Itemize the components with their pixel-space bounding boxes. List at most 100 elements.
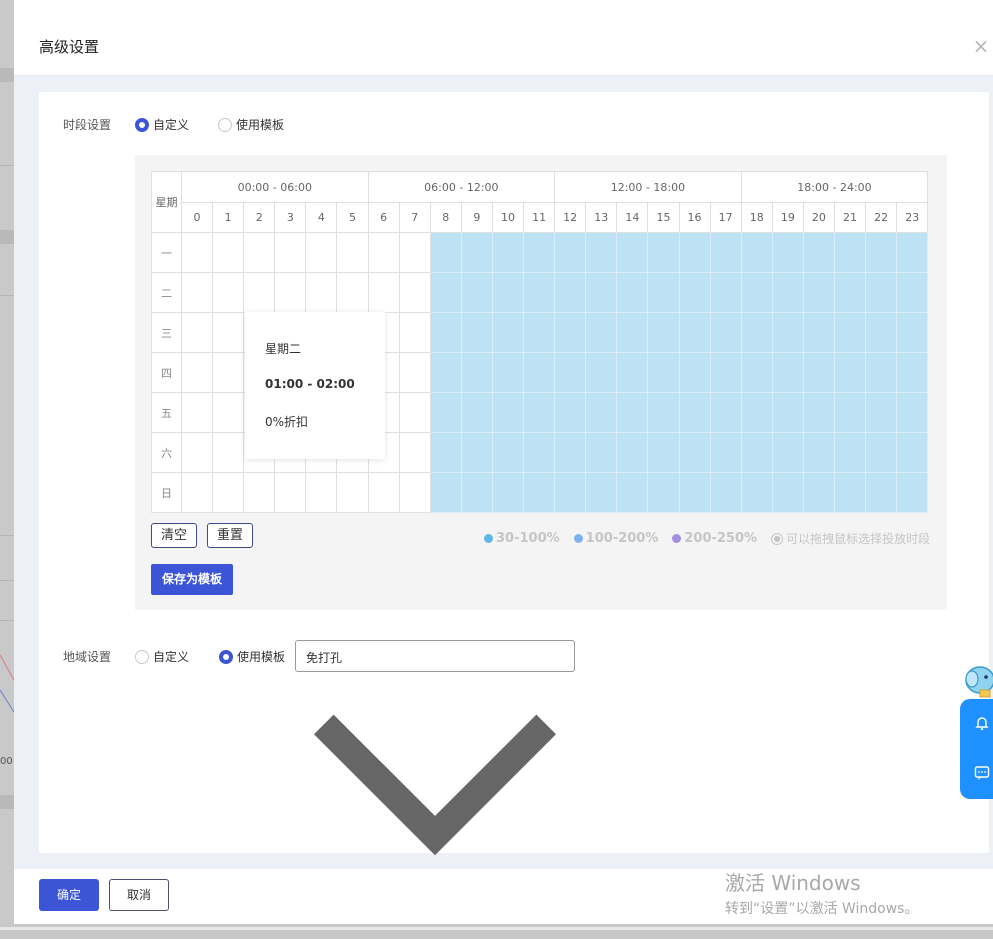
time-cell-selected[interactable] [491,232,525,273]
time-cell-selected[interactable] [429,352,462,393]
region-template-radio[interactable]: 使用模板 [219,648,285,665]
region-custom-radio[interactable]: 自定义 [135,648,189,665]
time-cell-selected[interactable] [865,312,898,353]
time-cell-selected[interactable] [802,272,835,313]
time-cell-selected[interactable] [491,392,525,433]
time-cell-selected[interactable] [833,472,867,513]
time-cell[interactable] [212,232,245,273]
confirm-button[interactable]: 确定 [39,879,99,911]
horizontal-scrollbar[interactable] [0,924,993,939]
time-cell-selected[interactable] [647,272,680,313]
time-cell-selected[interactable] [585,232,618,273]
time-cell[interactable] [212,392,245,433]
time-cell[interactable] [367,272,400,313]
time-cell-selected[interactable] [771,312,804,353]
time-cell-selected[interactable] [740,432,773,473]
time-cell-selected[interactable] [678,312,711,353]
time-cell-selected[interactable] [554,352,587,393]
time-cell-selected[interactable] [616,272,649,313]
time-template-radio[interactable]: 使用模板 [218,116,284,133]
time-cell-selected[interactable] [771,432,804,473]
time-cell[interactable] [212,472,245,513]
time-cell-selected[interactable] [709,272,742,313]
time-cell-selected[interactable] [647,392,680,433]
reset-button[interactable]: 重置 [207,523,253,548]
time-cell-selected[interactable] [896,232,929,273]
time-cell-selected[interactable] [865,272,898,313]
time-cell-selected[interactable] [460,432,493,473]
chat-icon[interactable] [974,765,990,781]
time-cell-selected[interactable] [896,432,929,473]
time-cell-selected[interactable] [554,272,587,313]
save-as-template-button[interactable]: 保存为模板 [151,564,233,595]
time-cell-selected[interactable] [429,272,462,313]
time-cell-selected[interactable] [709,432,742,473]
time-cell-selected[interactable] [616,232,649,273]
time-cell[interactable] [243,232,276,273]
time-cell-selected[interactable] [554,312,587,353]
time-cell-selected[interactable] [802,472,835,513]
time-cell-selected[interactable] [833,352,867,393]
time-cell-selected[interactable] [554,232,587,273]
time-cell[interactable] [212,432,245,473]
time-cell-selected[interactable] [709,352,742,393]
time-cell-selected[interactable] [740,352,773,393]
time-cell-selected[interactable] [678,352,711,393]
time-cell[interactable] [305,232,338,273]
time-cell[interactable] [180,352,214,393]
time-cell[interactable] [180,232,214,273]
time-cell-selected[interactable] [833,392,867,433]
region-template-select[interactable]: 免打孔 [295,640,575,856]
time-cell-selected[interactable] [523,232,556,273]
time-cell-selected[interactable] [771,352,804,393]
time-cell[interactable] [212,312,245,353]
time-cell-selected[interactable] [896,472,929,513]
time-cell-selected[interactable] [865,352,898,393]
time-cell-selected[interactable] [491,352,525,393]
time-cell[interactable] [180,472,214,513]
time-cell-selected[interactable] [554,432,587,473]
time-cell-selected[interactable] [896,392,929,433]
time-cell-selected[interactable] [616,352,649,393]
time-cell[interactable] [398,472,431,513]
time-cell-selected[interactable] [833,272,867,313]
time-cell-selected[interactable] [554,392,587,433]
time-cell-selected[interactable] [740,272,773,313]
time-cell-selected[interactable] [802,312,835,353]
time-cell[interactable] [212,272,245,313]
time-cell-selected[interactable] [616,392,649,433]
clear-button[interactable]: 清空 [151,523,197,548]
cancel-button[interactable]: 取消 [109,879,169,911]
time-cell[interactable] [305,272,338,313]
time-cell-selected[interactable] [585,392,618,433]
time-cell-selected[interactable] [523,392,556,433]
time-cell-selected[interactable] [678,432,711,473]
time-cell[interactable] [336,272,369,313]
time-cell[interactable] [305,472,338,513]
time-cell[interactable] [367,232,400,273]
time-cell-selected[interactable] [709,232,742,273]
time-cell-selected[interactable] [896,272,929,313]
time-cell-selected[interactable] [647,472,680,513]
time-cell-selected[interactable] [833,432,867,473]
time-cell-selected[interactable] [833,232,867,273]
time-cell-selected[interactable] [491,312,525,353]
time-cell-selected[interactable] [460,352,493,393]
time-cell[interactable] [180,392,214,433]
time-cell-selected[interactable] [491,272,525,313]
time-cell-selected[interactable] [865,472,898,513]
time-cell[interactable] [336,232,369,273]
time-cell-selected[interactable] [523,472,556,513]
time-cell-selected[interactable] [585,352,618,393]
time-cell-selected[interactable] [523,352,556,393]
time-cell-selected[interactable] [585,272,618,313]
time-cell[interactable] [180,432,214,473]
time-cell-selected[interactable] [429,432,462,473]
time-cell-selected[interactable] [740,312,773,353]
time-cell-selected[interactable] [647,232,680,273]
time-cell-selected[interactable] [865,232,898,273]
time-cell-selected[interactable] [802,392,835,433]
time-cell-selected[interactable] [709,312,742,353]
time-cell-selected[interactable] [802,432,835,473]
time-cell-selected[interactable] [771,472,804,513]
